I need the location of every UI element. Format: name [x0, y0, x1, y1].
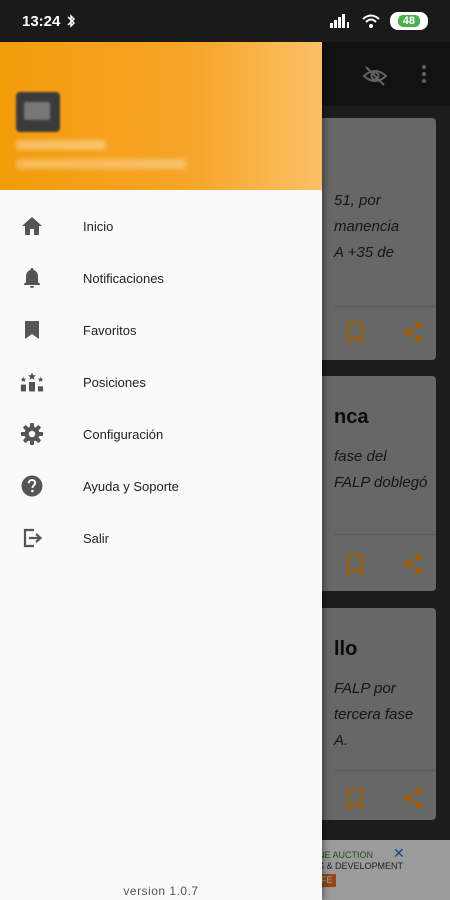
drawer-item-notificaciones[interactable]: Notificaciones [0, 252, 322, 304]
drawer-item-ayuda[interactable]: Ayuda y Soporte [0, 460, 322, 512]
bluetooth-icon [67, 14, 76, 28]
navigation-drawer: Inicio Notificaciones Favoritos Posicion… [0, 42, 322, 900]
drawer-item-label: Favoritos [83, 322, 137, 338]
status-time: 13:24 [22, 12, 61, 30]
drawer-menu: Inicio Notificaciones Favoritos Posicion… [0, 200, 322, 564]
signal-icon [329, 14, 349, 28]
user-name-blurred [16, 140, 106, 150]
drawer-item-label: Ayuda y Soporte [83, 478, 179, 494]
bookmark-icon [20, 318, 44, 342]
exit-icon [20, 526, 44, 550]
drawer-header [0, 42, 322, 190]
drawer-item-configuracion[interactable]: Configuración [0, 408, 322, 460]
avatar[interactable] [16, 92, 60, 132]
wifi-icon [362, 14, 380, 28]
drawer-item-label: Inicio [83, 218, 114, 234]
status-icons: 48 [329, 12, 428, 30]
drawer-item-inicio[interactable]: Inicio [0, 200, 322, 252]
app-version: version 1.0.7 [123, 884, 199, 898]
gear-icon [20, 422, 44, 446]
user-email-blurred [16, 159, 186, 169]
drawer-item-label: Configuración [83, 426, 164, 442]
standings-icon [20, 370, 44, 394]
drawer-item-label: Posiciones [83, 374, 146, 390]
drawer-item-posiciones[interactable]: Posiciones [0, 356, 322, 408]
drawer-item-salir[interactable]: Salir [0, 512, 322, 564]
battery-icon: 48 [389, 12, 428, 30]
drawer-item-favoritos[interactable]: Favoritos [0, 304, 322, 356]
battery-level: 48 [397, 15, 420, 27]
status-bar: 13:24 48 [0, 0, 450, 42]
bell-icon [20, 266, 44, 290]
drawer-item-label: Notificaciones [83, 270, 164, 286]
home-icon [20, 214, 44, 238]
help-icon [20, 474, 44, 498]
status-time-group: 13:24 [22, 13, 76, 30]
drawer-item-label: Salir [83, 530, 110, 546]
